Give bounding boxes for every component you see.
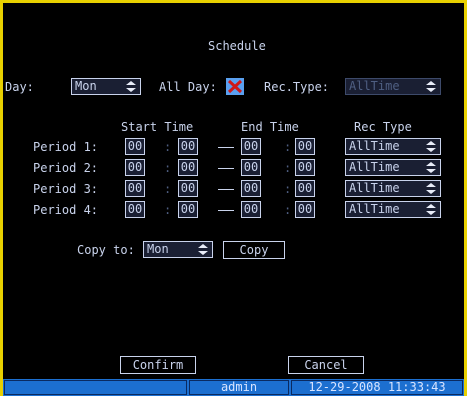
copy-to-label: Copy to:	[77, 243, 135, 257]
end-minute-field[interactable]: 00	[295, 180, 315, 197]
up-down-arrow-icon	[126, 81, 136, 92]
start-hour-field[interactable]: 00	[125, 159, 145, 176]
rec-type-select-row[interactable]: AllTime	[345, 138, 441, 155]
x-mark-icon	[227, 79, 243, 94]
rec-type-value: AllTime	[349, 160, 400, 174]
day-select-value: Mon	[75, 79, 97, 93]
colon-separator: :	[164, 161, 172, 175]
period-label: Period 2:	[33, 161, 99, 175]
copy-to-value: Mon	[147, 242, 169, 256]
all-day-label: All Day:	[159, 80, 217, 94]
start-minute-field[interactable]: 00	[178, 180, 198, 197]
up-down-arrow-icon	[426, 204, 436, 215]
status-datetime: 12-29-2008 11:33:43	[291, 380, 463, 395]
rec-type-select-row[interactable]: AllTime	[345, 180, 441, 197]
end-time-header: End Time	[241, 120, 299, 134]
copy-button[interactable]: Copy	[223, 241, 285, 259]
end-minute-field[interactable]: 00	[295, 138, 315, 155]
rec-type-header: Rec Type	[354, 120, 412, 134]
day-select[interactable]: Mon	[71, 78, 141, 95]
up-down-arrow-icon	[426, 162, 436, 173]
status-bar: admin 12-29-2008 11:33:43	[3, 379, 464, 396]
rec-type-select[interactable]: AllTime	[345, 78, 441, 95]
cancel-button[interactable]: Cancel	[288, 356, 364, 374]
colon-separator: :	[164, 182, 172, 196]
dash-separator	[218, 168, 234, 169]
end-minute-field[interactable]: 00	[295, 201, 315, 218]
dash-separator	[218, 210, 234, 211]
status-segment-blank	[4, 380, 187, 395]
start-minute-field[interactable]: 00	[178, 201, 198, 218]
page-title: Schedule	[208, 39, 266, 53]
schedule-screen: Schedule Day: Mon All Day: Rec.Type: All…	[3, 3, 464, 379]
colon-separator: :	[164, 203, 172, 217]
end-minute-field[interactable]: 00	[295, 159, 315, 176]
rec-type-select-value: AllTime	[349, 79, 400, 93]
end-hour-field[interactable]: 00	[241, 201, 261, 218]
rec-type-label: Rec.Type:	[264, 80, 330, 94]
colon-separator: :	[164, 140, 172, 154]
end-hour-field[interactable]: 00	[241, 159, 261, 176]
colon-separator: :	[284, 140, 292, 154]
rec-type-select-row[interactable]: AllTime	[345, 159, 441, 176]
rec-type-value: AllTime	[349, 202, 400, 216]
start-hour-field[interactable]: 00	[125, 180, 145, 197]
colon-separator: :	[284, 182, 292, 196]
period-label: Period 3:	[33, 182, 99, 196]
start-time-header: Start Time	[121, 120, 194, 134]
up-down-arrow-icon	[426, 81, 436, 92]
colon-separator: :	[284, 161, 292, 175]
up-down-arrow-icon	[198, 244, 208, 255]
start-minute-field[interactable]: 00	[178, 159, 198, 176]
start-hour-field[interactable]: 00	[125, 201, 145, 218]
start-hour-field[interactable]: 00	[125, 138, 145, 155]
end-hour-field[interactable]: 00	[241, 180, 261, 197]
rec-type-select-row[interactable]: AllTime	[345, 201, 441, 218]
dash-separator	[218, 189, 234, 190]
start-minute-field[interactable]: 00	[178, 138, 198, 155]
period-label: Period 1:	[33, 140, 99, 154]
up-down-arrow-icon	[426, 183, 436, 194]
period-label: Period 4:	[33, 203, 99, 217]
end-hour-field[interactable]: 00	[241, 138, 261, 155]
rec-type-value: AllTime	[349, 181, 400, 195]
copy-to-select[interactable]: Mon	[143, 241, 213, 258]
rec-type-value: AllTime	[349, 139, 400, 153]
status-user: admin	[189, 380, 289, 395]
day-label: Day:	[5, 80, 34, 94]
all-day-checkbox[interactable]	[226, 78, 244, 95]
dash-separator	[218, 147, 234, 148]
confirm-button[interactable]: Confirm	[120, 356, 196, 374]
up-down-arrow-icon	[426, 141, 436, 152]
colon-separator: :	[284, 203, 292, 217]
